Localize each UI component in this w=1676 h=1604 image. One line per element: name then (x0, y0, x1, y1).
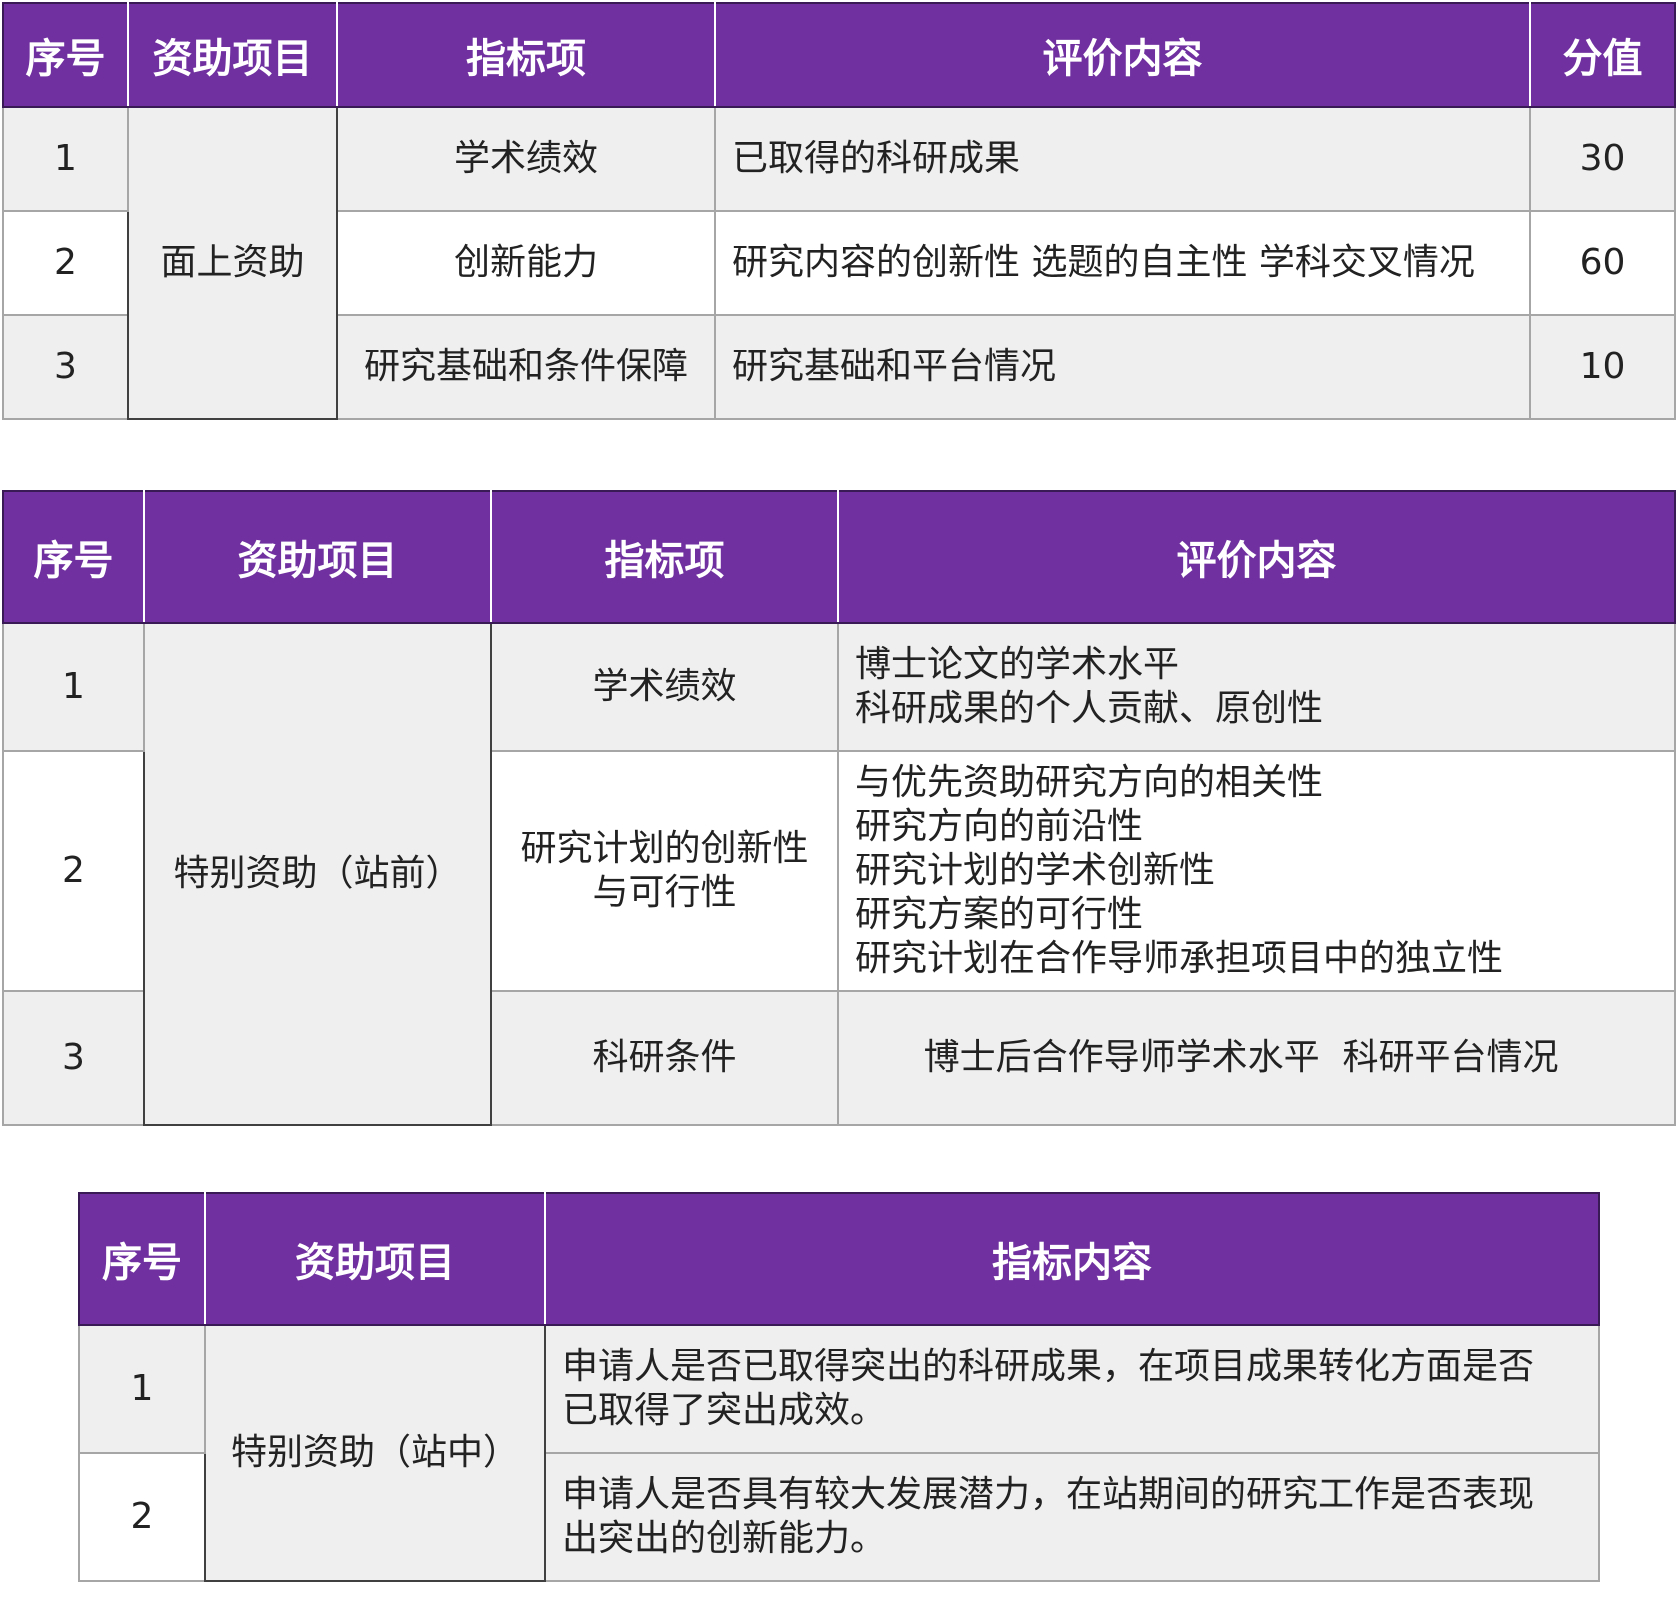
table-header-row: 序号 资助项目 指标内容 (78, 1192, 1600, 1326)
row-serial: 1 (2, 622, 145, 752)
content-line: 博士论文的学术水平 (855, 644, 1180, 686)
project-cell: 面上资助 (127, 106, 338, 420)
header-indicator: 指标项 (336, 2, 716, 108)
header-indicator: 指标项 (490, 490, 839, 624)
indicator-line: 与可行性 (592, 872, 737, 913)
row-serial: 2 (78, 1452, 206, 1582)
project-cell: 特别资助（站前） (143, 622, 492, 1126)
content-line: 研究计划的学术创新性 (855, 850, 1216, 892)
row-serial: 3 (2, 314, 129, 420)
row-content: 博士后合作导师学术水平 科研平台情况 (837, 990, 1676, 1126)
header-serial: 序号 (78, 1192, 206, 1326)
evaluation-table-pre-station: 序号 资助项目 指标项 评价内容 1 特别资助（站前） 学术绩效 博士论文的学术… (2, 490, 1676, 1126)
table-row: 1 特别资助（站前） 学术绩效 博士论文的学术水平 科研成果的个人贡献、原创性 (2, 622, 1676, 1126)
row-serial: 2 (2, 210, 129, 316)
indicator-line: 研究计划的创新性 (520, 828, 809, 870)
content-line: 已取得了突出成效。 (562, 1390, 887, 1431)
header-project: 资助项目 (143, 490, 492, 624)
row-score: 30 (1529, 106, 1676, 212)
header-serial: 序号 (2, 2, 129, 108)
row-indicator: 研究计划的创新性 与可行性 (490, 750, 839, 992)
header-serial: 序号 (2, 490, 145, 624)
table-row: 1 面上资助 学术绩效 已取得的科研成果 30 (2, 106, 1676, 420)
evaluation-table-general: 序号 资助项目 指标项 评价内容 分值 1 面上资助 学术绩效 已取得的科研成果… (2, 2, 1676, 420)
row-content: 申请人是否已取得突出的科研成果，在项目成果转化方面是否 已取得了突出成效。 (544, 1324, 1600, 1454)
content-line: 研究方向的前沿性 (855, 806, 1144, 848)
indicator-line: 科研条件 (592, 1036, 737, 1078)
row-serial: 1 (2, 106, 129, 212)
content-line: 与优先资助研究方向的相关性 (855, 762, 1324, 804)
row-content: 研究基础和平台情况 (714, 314, 1531, 420)
content-line: 申请人是否具有较大发展潜力，在站期间的研究工作是否表现 (562, 1474, 1535, 1516)
table-header-row: 序号 资助项目 指标项 评价内容 分值 (2, 2, 1676, 108)
evaluation-table-in-station: 序号 资助项目 指标内容 1 特别资助（站中） 申请人是否已取得突出的科研成果，… (78, 1192, 1600, 1582)
content-line: 申请人是否已取得突出的科研成果，在项目成果转化方面是否 (562, 1346, 1535, 1388)
content-line: 研究方案的可行性 (855, 893, 1144, 935)
row-serial: 3 (2, 990, 145, 1126)
row-content: 已取得的科研成果 (714, 106, 1531, 212)
row-score: 10 (1529, 314, 1676, 420)
table-row: 1 特别资助（站中） 申请人是否已取得突出的科研成果，在项目成果转化方面是否 已… (78, 1324, 1600, 1582)
row-indicator: 学术绩效 (336, 106, 716, 212)
header-project: 资助项目 (204, 1192, 546, 1326)
project-cell: 特别资助（站中） (204, 1324, 546, 1582)
content-line: 出突出的创新能力。 (562, 1518, 887, 1559)
row-serial: 1 (78, 1324, 206, 1454)
row-indicator: 研究基础和条件保障 (336, 314, 716, 420)
content-line: 博士后合作导师学术水平 科研平台情况 (923, 1036, 1559, 1078)
row-content: 博士论文的学术水平 科研成果的个人贡献、原创性 (837, 622, 1676, 752)
header-content: 评价内容 (714, 2, 1531, 108)
row-indicator: 科研条件 (490, 990, 839, 1126)
header-content: 评价内容 (837, 490, 1676, 624)
row-content: 与优先资助研究方向的相关性 研究方向的前沿性 研究计划的学术创新性 研究方案的可… (837, 750, 1676, 992)
row-indicator: 学术绩效 (490, 622, 839, 752)
content-line: 研究计划在合作导师承担项目中的独立性 (855, 937, 1504, 979)
indicator-line: 学术绩效 (592, 666, 737, 708)
row-score: 60 (1529, 210, 1676, 316)
table-header-row: 序号 资助项目 指标项 评价内容 (2, 490, 1676, 624)
row-content: 研究内容的创新性 选题的自主性 学科交叉情况 (714, 210, 1531, 316)
header-score: 分值 (1529, 2, 1676, 108)
row-serial: 2 (2, 750, 145, 992)
row-indicator: 创新能力 (336, 210, 716, 316)
content-line: 科研成果的个人贡献、原创性 (855, 688, 1324, 729)
header-content: 指标内容 (544, 1192, 1600, 1326)
header-project: 资助项目 (127, 2, 338, 108)
row-content: 申请人是否具有较大发展潜力，在站期间的研究工作是否表现 出突出的创新能力。 (544, 1452, 1600, 1582)
